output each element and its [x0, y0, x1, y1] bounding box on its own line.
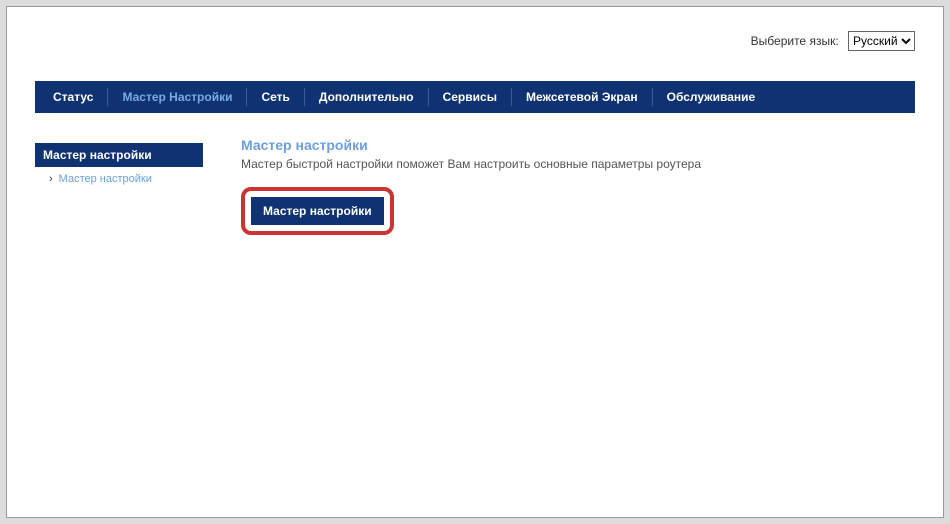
- content-area: Мастер настройки Мастер быстрой настройк…: [241, 137, 915, 235]
- sidebar-item-wizard[interactable]: Мастер настройки: [35, 167, 203, 189]
- page-container: Выберите язык: Русский Статус Мастер Нас…: [6, 6, 944, 518]
- nav-item-network[interactable]: Сеть: [247, 81, 303, 113]
- nav-item-services[interactable]: Сервисы: [429, 81, 511, 113]
- sidebar: Мастер настройки Мастер настройки: [35, 143, 203, 235]
- page-description: Мастер быстрой настройки поможет Вам нас…: [241, 157, 915, 171]
- top-nav: Статус Мастер Настройки Сеть Дополнитель…: [35, 81, 915, 113]
- body-row: Мастер настройки Мастер настройки Мастер…: [35, 143, 915, 235]
- language-row: Выберите язык: Русский: [35, 31, 915, 51]
- wizard-button[interactable]: Мастер настройки: [251, 197, 384, 225]
- nav-item-maintenance[interactable]: Обслуживание: [653, 81, 770, 113]
- nav-item-status[interactable]: Статус: [39, 81, 107, 113]
- language-select[interactable]: Русский: [848, 31, 915, 51]
- highlight-callout: Мастер настройки: [241, 187, 394, 235]
- page-title: Мастер настройки: [241, 137, 915, 153]
- language-label: Выберите язык:: [751, 34, 839, 48]
- sidebar-title: Мастер настройки: [35, 143, 203, 167]
- nav-item-wizard[interactable]: Мастер Настройки: [108, 81, 246, 113]
- nav-item-firewall[interactable]: Межсетевой Экран: [512, 81, 652, 113]
- nav-item-advanced[interactable]: Дополнительно: [305, 81, 428, 113]
